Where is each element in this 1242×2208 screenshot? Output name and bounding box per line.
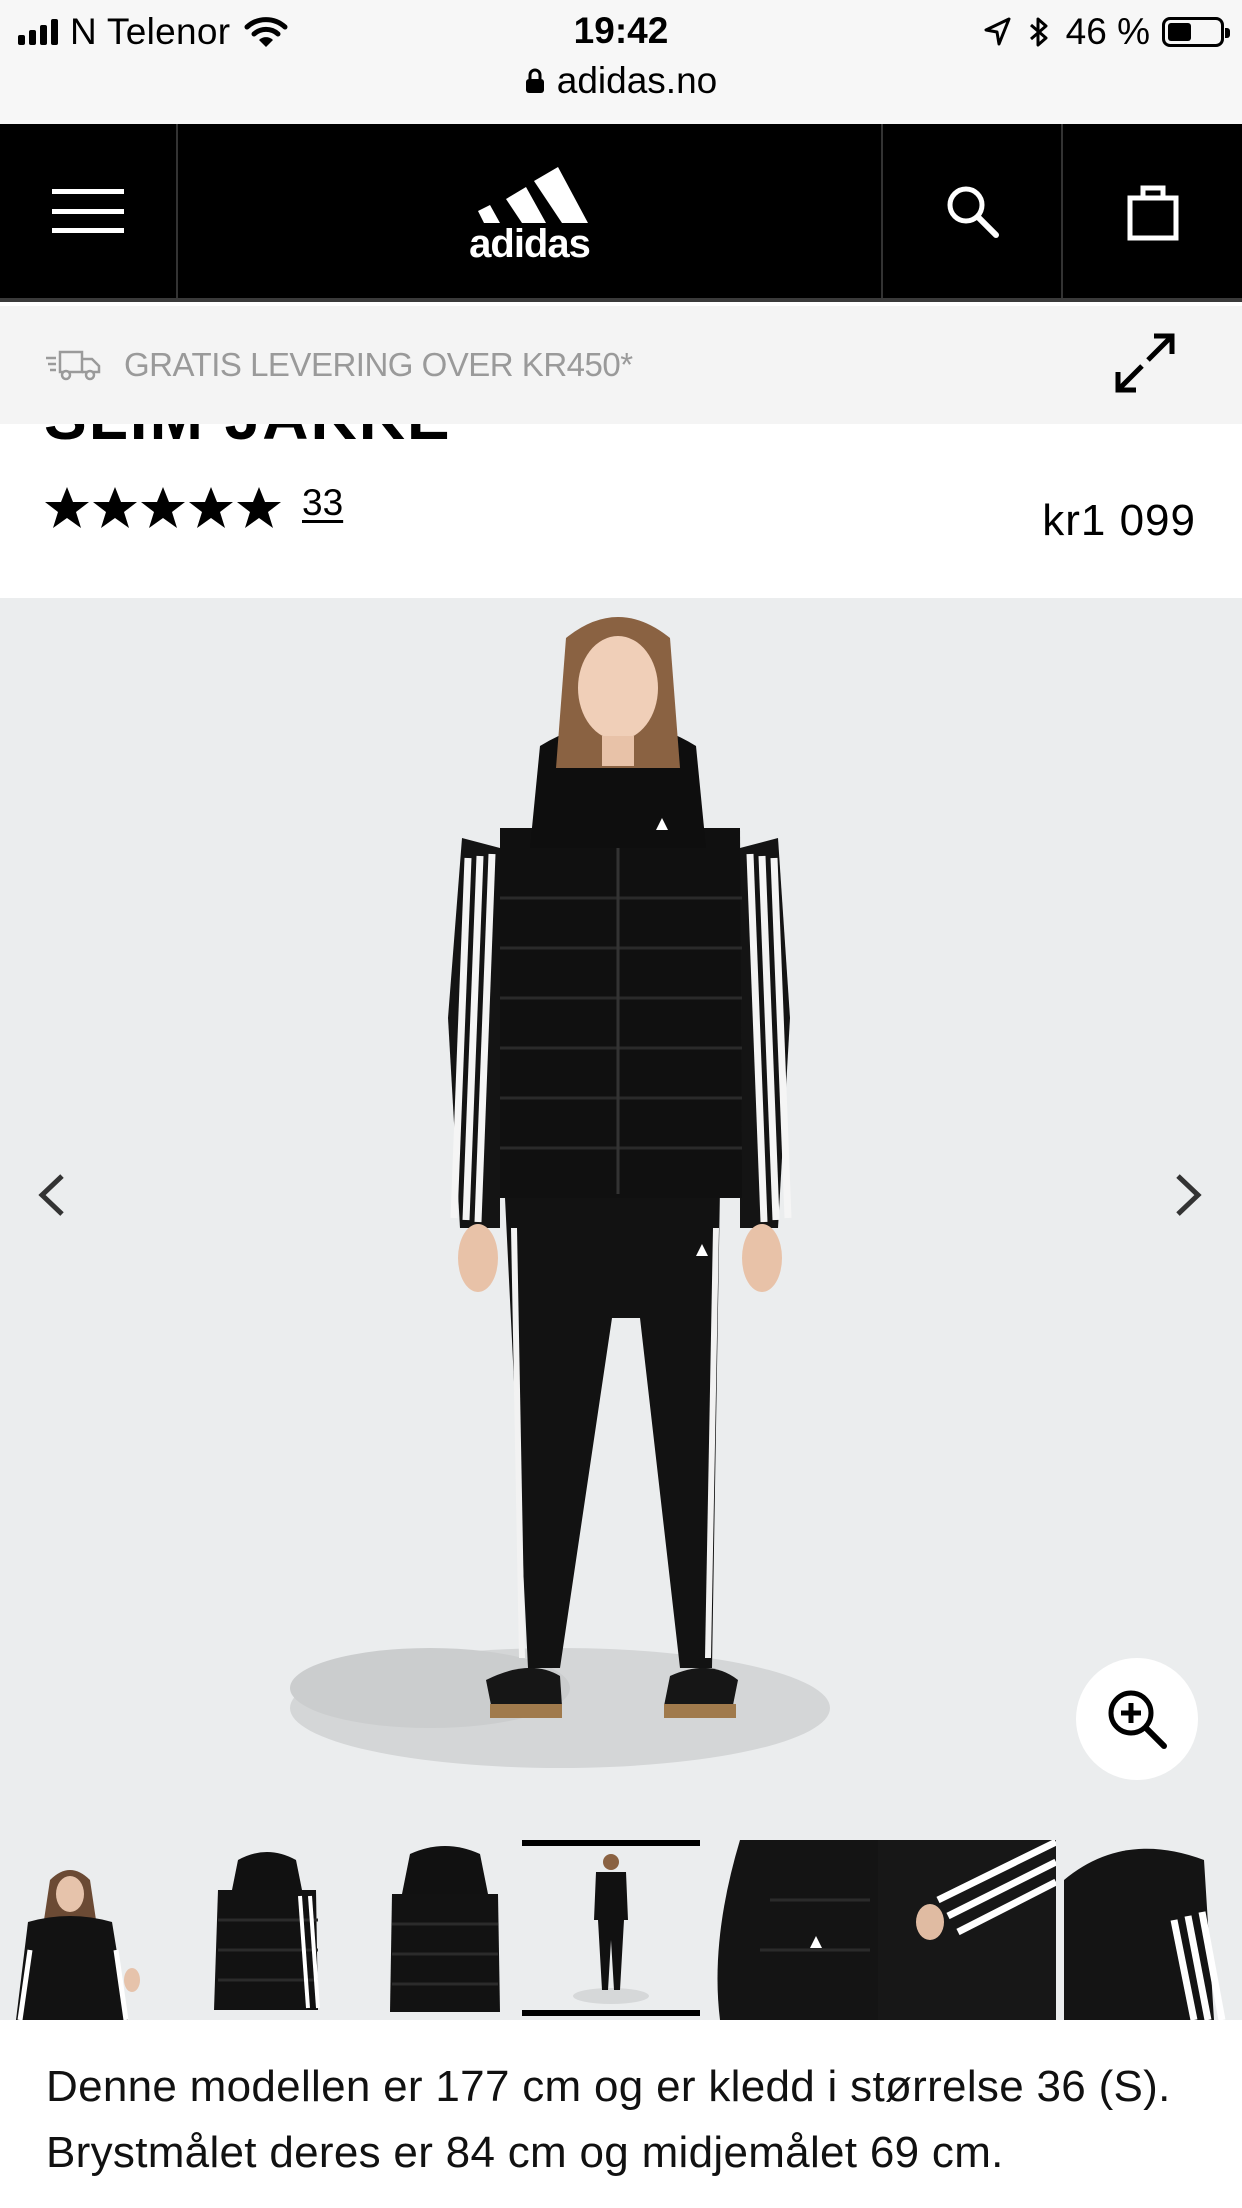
search-button[interactable] (883, 124, 1063, 298)
chevron-right-icon[interactable] (1168, 1170, 1208, 1220)
menu-button[interactable] (0, 124, 178, 298)
thumbnail-active[interactable] (522, 1840, 700, 2020)
free-delivery-text: GRATIS LEVERING OVER KR450* (124, 346, 633, 383)
status-bar: N Telenor 19:42 46 % adidas.no (0, 0, 1242, 124)
star-icon (189, 487, 233, 528)
address-bar[interactable]: adidas.no (0, 56, 1242, 106)
thumbnail[interactable] (1064, 1840, 1242, 2020)
product-title: SLIM JAKKE (0, 424, 1242, 446)
model-size-description: Denne modellen er 177 cm og er kledd i s… (46, 2062, 1171, 2177)
review-count-link[interactable]: 33 (302, 482, 343, 524)
zoom-in-icon (1108, 1690, 1167, 1749)
adidas-logo (477, 167, 588, 223)
rating-stars (44, 486, 282, 530)
product-photo (290, 617, 830, 1768)
star-icon (45, 487, 89, 528)
lock-icon (525, 68, 544, 93)
logo-text: adidas (469, 222, 591, 266)
site-header: adidas (0, 124, 1242, 302)
thumbnail[interactable] (178, 1840, 356, 2020)
product-rating[interactable]: 33 (44, 482, 343, 530)
delivery-truck-icon (46, 350, 101, 381)
thumbnail[interactable] (700, 1840, 878, 2020)
star-icon (237, 487, 281, 528)
shopping-bag-icon (1127, 185, 1178, 241)
product-price: kr1 099 (1042, 496, 1196, 545)
bluetooth-icon (1029, 17, 1048, 47)
delivery-banner[interactable]: GRATIS LEVERING OVER KR450* (0, 306, 1242, 424)
zoom-button[interactable] (1076, 1658, 1198, 1780)
url-text: adidas.no (556, 60, 718, 101)
chevron-left-icon[interactable] (32, 1170, 72, 1220)
home-logo-link[interactable]: adidas (178, 124, 883, 298)
hamburger-menu-icon (52, 189, 124, 233)
product-page: N Telenor 19:42 46 % adidas.no adidas GR… (0, 0, 1242, 2208)
star-icon (93, 487, 137, 528)
thumbnail-strip (0, 1840, 1242, 2020)
thumbnail[interactable] (0, 1840, 178, 2020)
battery-icon (1162, 17, 1230, 47)
expand-icon[interactable] (1112, 330, 1178, 396)
search-icon (947, 186, 999, 238)
product-image-carousel[interactable] (0, 598, 1242, 1840)
thumbnail[interactable] (356, 1840, 534, 2020)
cart-button[interactable] (1063, 124, 1242, 298)
star-icon (141, 487, 185, 528)
battery-percent: 46 % (1065, 11, 1150, 52)
location-icon (984, 17, 1011, 46)
thumbnail[interactable] (878, 1840, 1056, 2020)
